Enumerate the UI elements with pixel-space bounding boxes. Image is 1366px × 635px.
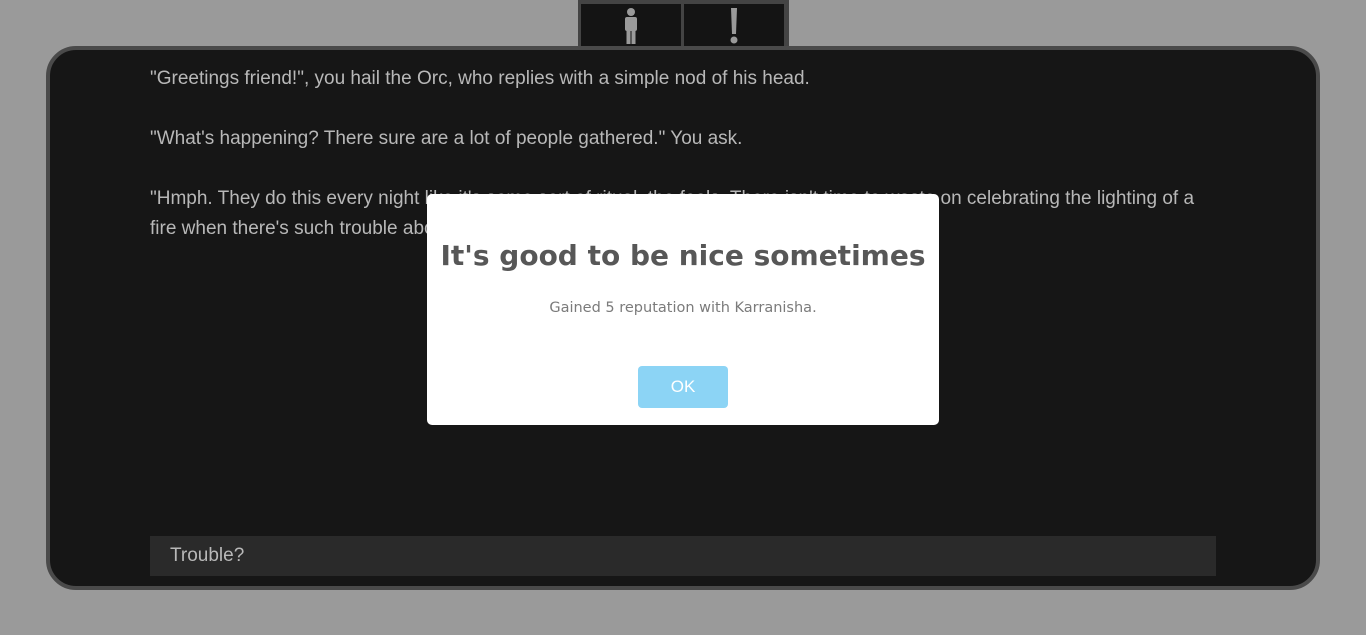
ok-button[interactable]: OK (638, 366, 728, 408)
modal-message: Gained 5 reputation with Karranisha. (549, 300, 817, 316)
modal-title: It's good to be nice sometimes (440, 239, 926, 272)
modal-overlay: It's good to be nice sometimes Gained 5 … (0, 0, 1366, 635)
reputation-modal: It's good to be nice sometimes Gained 5 … (427, 194, 939, 425)
